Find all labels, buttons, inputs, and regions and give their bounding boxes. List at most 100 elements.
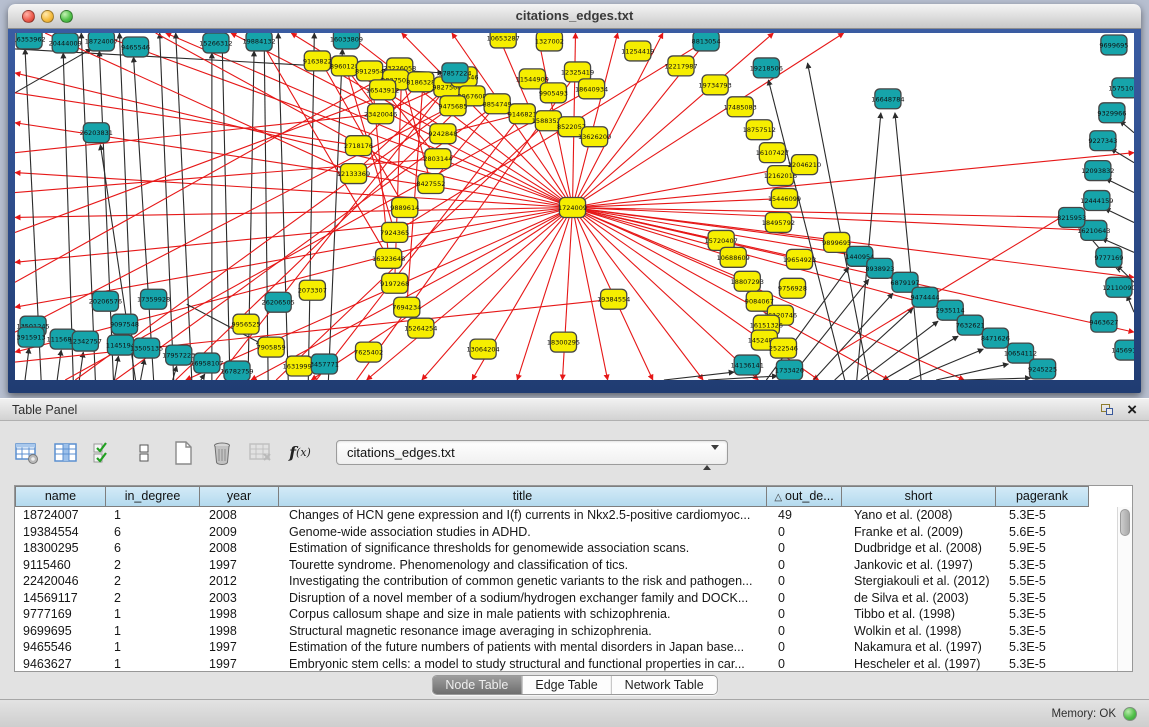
graph-node[interactable]: 8813054	[692, 33, 721, 51]
graph-node[interactable]: 2073307	[298, 280, 327, 300]
graph-node[interactable]: 9245225	[1028, 359, 1057, 379]
graph-node[interactable]: 16543912	[366, 80, 399, 100]
graph-node[interactable]: 14136141	[731, 355, 764, 375]
graph-node[interactable]: 10653287	[487, 33, 520, 48]
graph-node[interactable]: 9329966	[1097, 103, 1126, 123]
graph-node[interactable]: 1733426	[775, 360, 804, 380]
select-rows-icon[interactable]	[92, 441, 118, 465]
graph-node[interactable]: 14569117	[1111, 340, 1134, 360]
graph-node[interactable]: 2522546	[769, 338, 798, 358]
delete-column-icon[interactable]	[209, 441, 235, 465]
show-column-icon[interactable]	[53, 441, 79, 465]
graph-node[interactable]: 9889614	[390, 198, 419, 218]
column-header-year[interactable]: year	[199, 486, 279, 507]
close-panel-icon[interactable]: ×	[1127, 403, 1137, 417]
table-row[interactable]: 1830029562008Estimation of significance …	[15, 540, 1117, 557]
graph-node[interactable]: 26203831	[80, 123, 113, 143]
graph-node[interactable]: 3915913	[17, 327, 46, 347]
graph-node[interactable]: 15266312	[199, 33, 232, 53]
table-row[interactable]: 946554611997Estimation of the future num…	[15, 639, 1117, 656]
graph-node[interactable]: 7924365	[380, 222, 409, 242]
graph-node[interactable]: 12342757	[69, 331, 102, 351]
graph-node[interactable]: 20444009	[49, 33, 82, 53]
graph-node[interactable]: 12217987	[664, 56, 697, 76]
graph-node[interactable]: 15264254	[404, 318, 437, 338]
graph-node[interactable]: 12133369	[337, 164, 370, 184]
graph-node[interactable]: 11254419	[621, 41, 654, 61]
table-row[interactable]: 911546021997Tourette syndrome. Phenomeno…	[15, 557, 1117, 574]
graph-node[interactable]: 8938923	[865, 258, 894, 278]
table-row[interactable]: 969969511998Structural magnetic resonanc…	[15, 623, 1117, 640]
function-builder-icon[interactable]: f(x)	[287, 441, 313, 465]
graph-node[interactable]: 9465546	[121, 37, 150, 57]
graph-node[interactable]: 3457771	[310, 354, 339, 374]
table-row[interactable]: 1938455462009Genome-wide association stu…	[15, 524, 1117, 541]
graph-node[interactable]: 18640934	[575, 79, 608, 99]
graph-node[interactable]: 17857224	[438, 63, 471, 83]
graph-node[interactable]: 17485083	[724, 97, 757, 117]
graph-node[interactable]: 16648784	[871, 89, 904, 109]
graph-node[interactable]: 19734793	[699, 75, 732, 95]
graph-node[interactable]: 19218506	[750, 58, 783, 78]
scrollbar-thumb[interactable]	[1120, 509, 1130, 536]
graph-node[interactable]: 9474444	[911, 287, 940, 307]
graph-node[interactable]: 9227343	[1088, 131, 1117, 151]
graph-node[interactable]: 9777169	[1094, 247, 1123, 267]
tab-node-table[interactable]: Node Table	[432, 676, 521, 694]
graph-node[interactable]: 9197268	[380, 273, 409, 293]
graph-node[interactable]: 16958107	[190, 353, 223, 373]
graph-node[interactable]: 19884132	[242, 33, 275, 51]
column-header-in_degree[interactable]: in_degree	[105, 486, 200, 507]
graph-node[interactable]: 16782759	[220, 361, 253, 380]
column-header-out_de[interactable]: △out_de...	[766, 486, 842, 507]
graph-node[interactable]: 18757512	[743, 120, 776, 140]
graph-node[interactable]: 17359928	[137, 289, 170, 309]
column-header-short[interactable]: short	[841, 486, 996, 507]
graph-node[interactable]: 9163822	[303, 51, 332, 71]
graph-node[interactable]: 13505135	[130, 338, 163, 358]
graph-node[interactable]: 9475685	[438, 96, 467, 116]
graph-node[interactable]: 7625402	[354, 342, 383, 362]
graph-node[interactable]: 16323648	[372, 248, 405, 268]
graph-node[interactable]: 7632621	[956, 315, 985, 335]
graph-node[interactable]: 12093832	[1081, 161, 1114, 181]
float-panel-icon[interactable]	[1099, 403, 1115, 417]
graph-node[interactable]: 12444159	[1080, 191, 1113, 211]
graph-node[interactable]: 9905493	[539, 83, 568, 103]
graph-node[interactable]: 16353962	[15, 33, 46, 49]
graph-node[interactable]: 26206505	[262, 292, 295, 312]
citation-network-graph[interactable]: 9163822896012889129542322605898275051654…	[15, 33, 1134, 380]
column-header-pagerank[interactable]: pagerank	[995, 486, 1089, 507]
graph-node[interactable]: 9097548	[110, 314, 139, 334]
tab-network-table[interactable]: Network Table	[611, 676, 717, 694]
graph-node[interactable]: 10688609	[717, 247, 750, 267]
table-selector-combobox[interactable]: citations_edges.txt	[336, 440, 728, 465]
table-row[interactable]: 1872400712008Changes of HCN gene express…	[15, 507, 1117, 524]
graph-node[interactable]: 23420046	[364, 104, 397, 124]
graph-node[interactable]: 13064204	[466, 339, 499, 359]
graph-node[interactable]: 8215953	[1057, 207, 1086, 227]
graph-node[interactable]: 7694234	[392, 297, 421, 317]
graph-node[interactable]: 16033809	[330, 33, 363, 49]
table-row[interactable]: 977716911998Corpus callosum shape and si…	[15, 606, 1117, 623]
network-canvas[interactable]: 9163822896012889129542322605898275051654…	[15, 33, 1134, 380]
new-column-icon[interactable]	[170, 441, 196, 465]
graph-node[interactable]: 8427552	[416, 174, 445, 194]
graph-node[interactable]: 9756928	[778, 278, 807, 298]
graph-node[interactable]: 1724009	[558, 198, 587, 218]
table-row[interactable]: 946362711997Embryonic stem cells: a mode…	[15, 656, 1117, 672]
graph-node[interactable]: 18495792	[762, 212, 795, 232]
graph-node[interactable]: 12110090	[1102, 277, 1134, 297]
graph-node[interactable]: 8471626	[981, 328, 1010, 348]
graph-node[interactable]: 13626200	[578, 127, 611, 147]
graph-node[interactable]: 8186328	[406, 72, 435, 92]
graph-node[interactable]: 7905859	[257, 337, 286, 357]
tab-edge-table[interactable]: Edge Table	[521, 676, 610, 694]
table-row[interactable]: 1456911722003Disruption of a novel membe…	[15, 590, 1117, 607]
graph-node[interactable]: 20206576	[89, 291, 122, 311]
graph-node[interactable]: 18724007	[85, 33, 118, 51]
delete-table-icon-disabled[interactable]	[248, 441, 274, 465]
vertical-scrollbar[interactable]	[1117, 507, 1132, 671]
graph-node[interactable]: 8912954	[355, 61, 384, 81]
graph-node[interactable]: 9699695	[1099, 35, 1128, 55]
